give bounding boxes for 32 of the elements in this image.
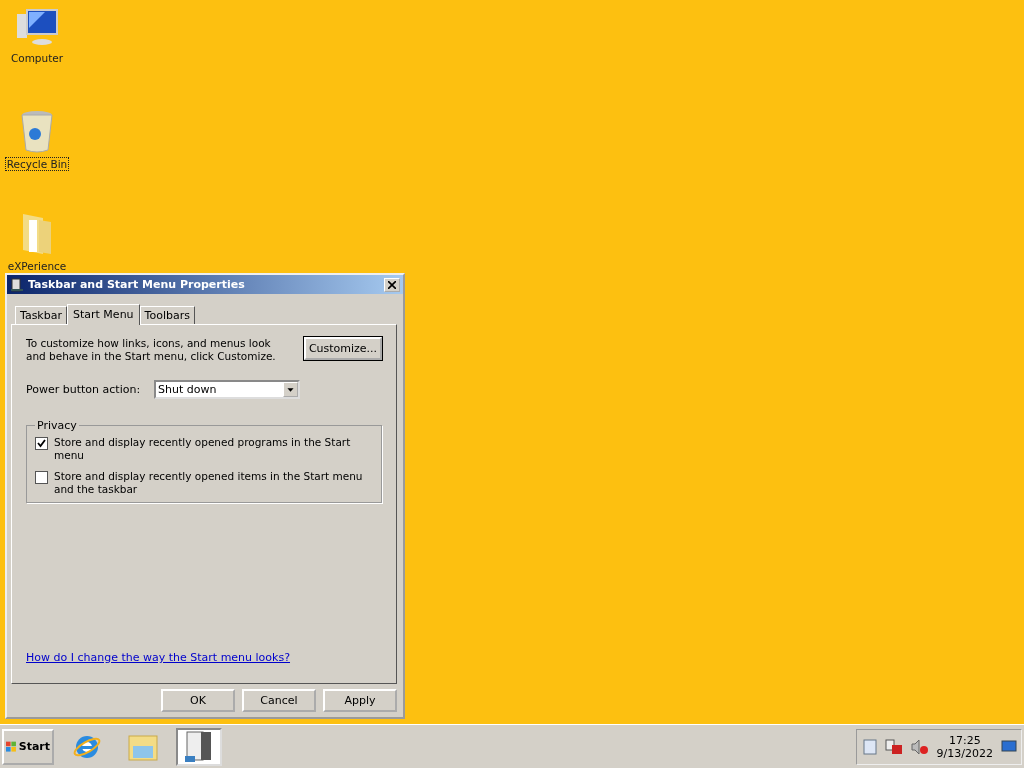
group-title: Privacy — [36, 419, 78, 432]
checkbox-label[interactable]: Store and display recently opened programs in the Start menu — [54, 436, 373, 462]
power-action-dropdown[interactable]: Shut down — [154, 380, 301, 399]
window-title: Taskbar and Start Menu Properties — [28, 278, 246, 291]
close-button[interactable] — [384, 277, 400, 292]
window-icon — [10, 277, 24, 292]
show-desktop-icon[interactable] — [1001, 739, 1017, 754]
taskbar-app[interactable] — [176, 727, 222, 766]
start-button[interactable]: Start — [2, 728, 54, 765]
desktop-icon-label[interactable]: Computer — [8, 51, 66, 65]
computer-icon — [15, 8, 59, 48]
checkbox-label[interactable]: Store and display recently opened items in the Start menu and the taskbar — [54, 470, 373, 496]
desktop-icon-label[interactable]: Recycle Bin — [4, 157, 70, 171]
checkbox[interactable] — [35, 471, 48, 484]
windows-logo-icon — [6, 739, 17, 754]
clock[interactable]: 17:25 9/13/2022 — [936, 733, 993, 760]
customize-button[interactable]: Customize... — [304, 337, 382, 360]
close-icon — [388, 280, 396, 289]
dialog-button[interactable]: OK — [161, 689, 235, 712]
network-error-icon[interactable] — [884, 738, 903, 755]
dialog-button[interactable]: Apply — [323, 689, 397, 712]
tab[interactable]: Toolbars — [139, 306, 195, 324]
desktop-icon-label[interactable]: eXPerience — [5, 259, 69, 273]
checkbox[interactable] — [35, 437, 48, 450]
dialog-button[interactable]: Cancel — [242, 689, 316, 712]
recycle-bin-icon — [20, 110, 54, 154]
muted-speaker-icon[interactable] — [910, 738, 929, 755]
tab[interactable]: Start Menu — [67, 304, 140, 325]
help-link[interactable]: How do I change the way the Start menu looks? — [26, 651, 382, 664]
tab[interactable]: Taskbar — [15, 306, 67, 324]
description-text: To customize how links, icons, and menus look and behave in the Start menu, click Customize. — [26, 337, 277, 363]
field-label: Power button action: — [26, 383, 141, 396]
